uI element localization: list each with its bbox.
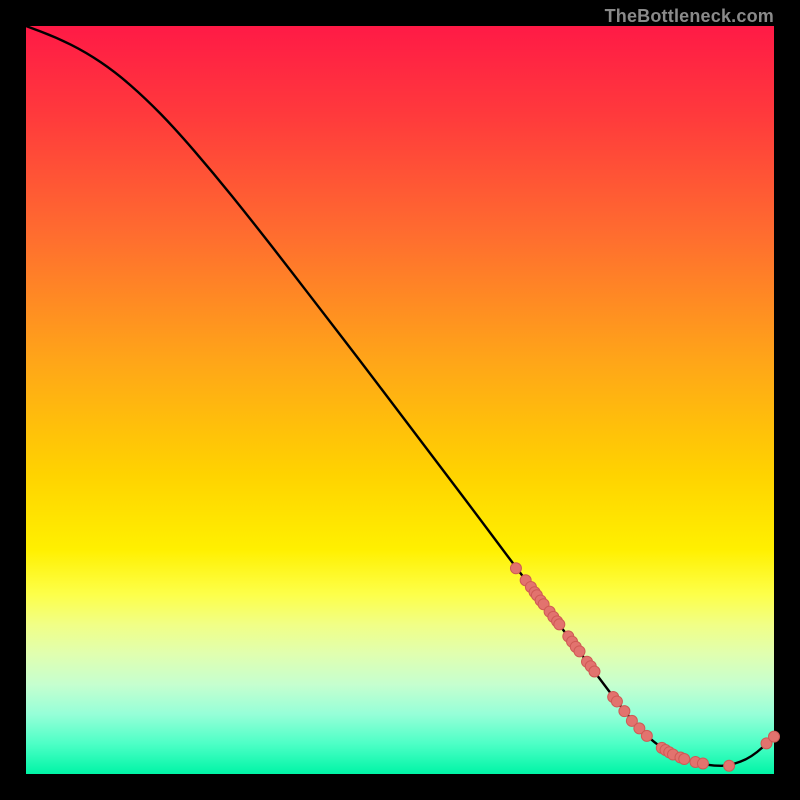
chart-plot-area [26, 26, 774, 774]
watermark-label: TheBottleneck.com [605, 6, 774, 27]
chart-stage: TheBottleneck.com [0, 0, 800, 800]
